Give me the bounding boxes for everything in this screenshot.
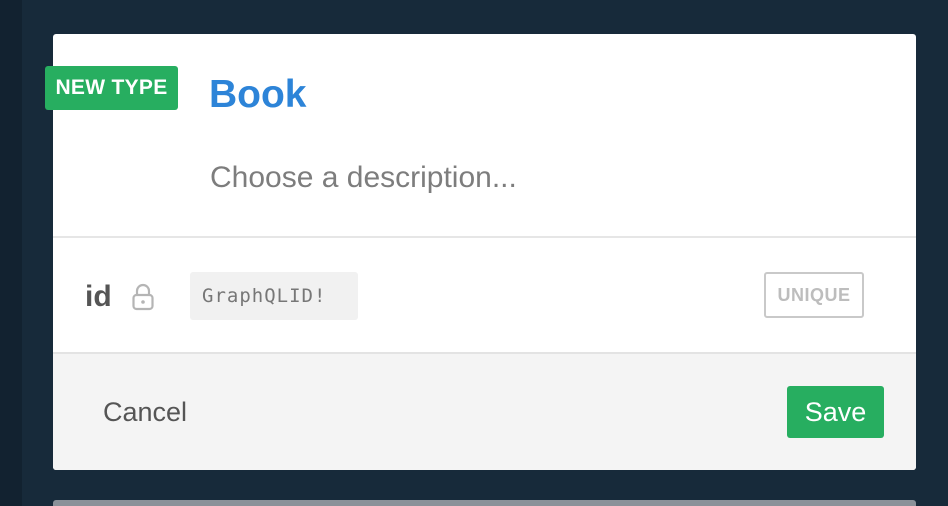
field-name: id — [85, 280, 112, 313]
new-type-badge: NEW TYPE — [45, 66, 178, 110]
unique-constraint-badge[interactable]: UNIQUE — [764, 272, 864, 318]
next-panel-edge — [53, 500, 916, 506]
cancel-button[interactable]: Cancel — [103, 392, 187, 432]
background-panel-edge — [0, 0, 22, 506]
new-type-modal: NEW TYPE Book Choose a description... id… — [45, 34, 916, 470]
save-button[interactable]: Save — [787, 386, 884, 438]
field-row[interactable]: id GraphQLID! UNIQUE — [53, 238, 916, 352]
type-name-input[interactable]: Book — [209, 72, 307, 118]
modal-footer: Cancel Save — [53, 354, 916, 470]
type-description-input[interactable]: Choose a description... — [210, 156, 517, 200]
lock-icon — [130, 282, 156, 312]
field-type-badge[interactable]: GraphQLID! — [190, 272, 358, 320]
